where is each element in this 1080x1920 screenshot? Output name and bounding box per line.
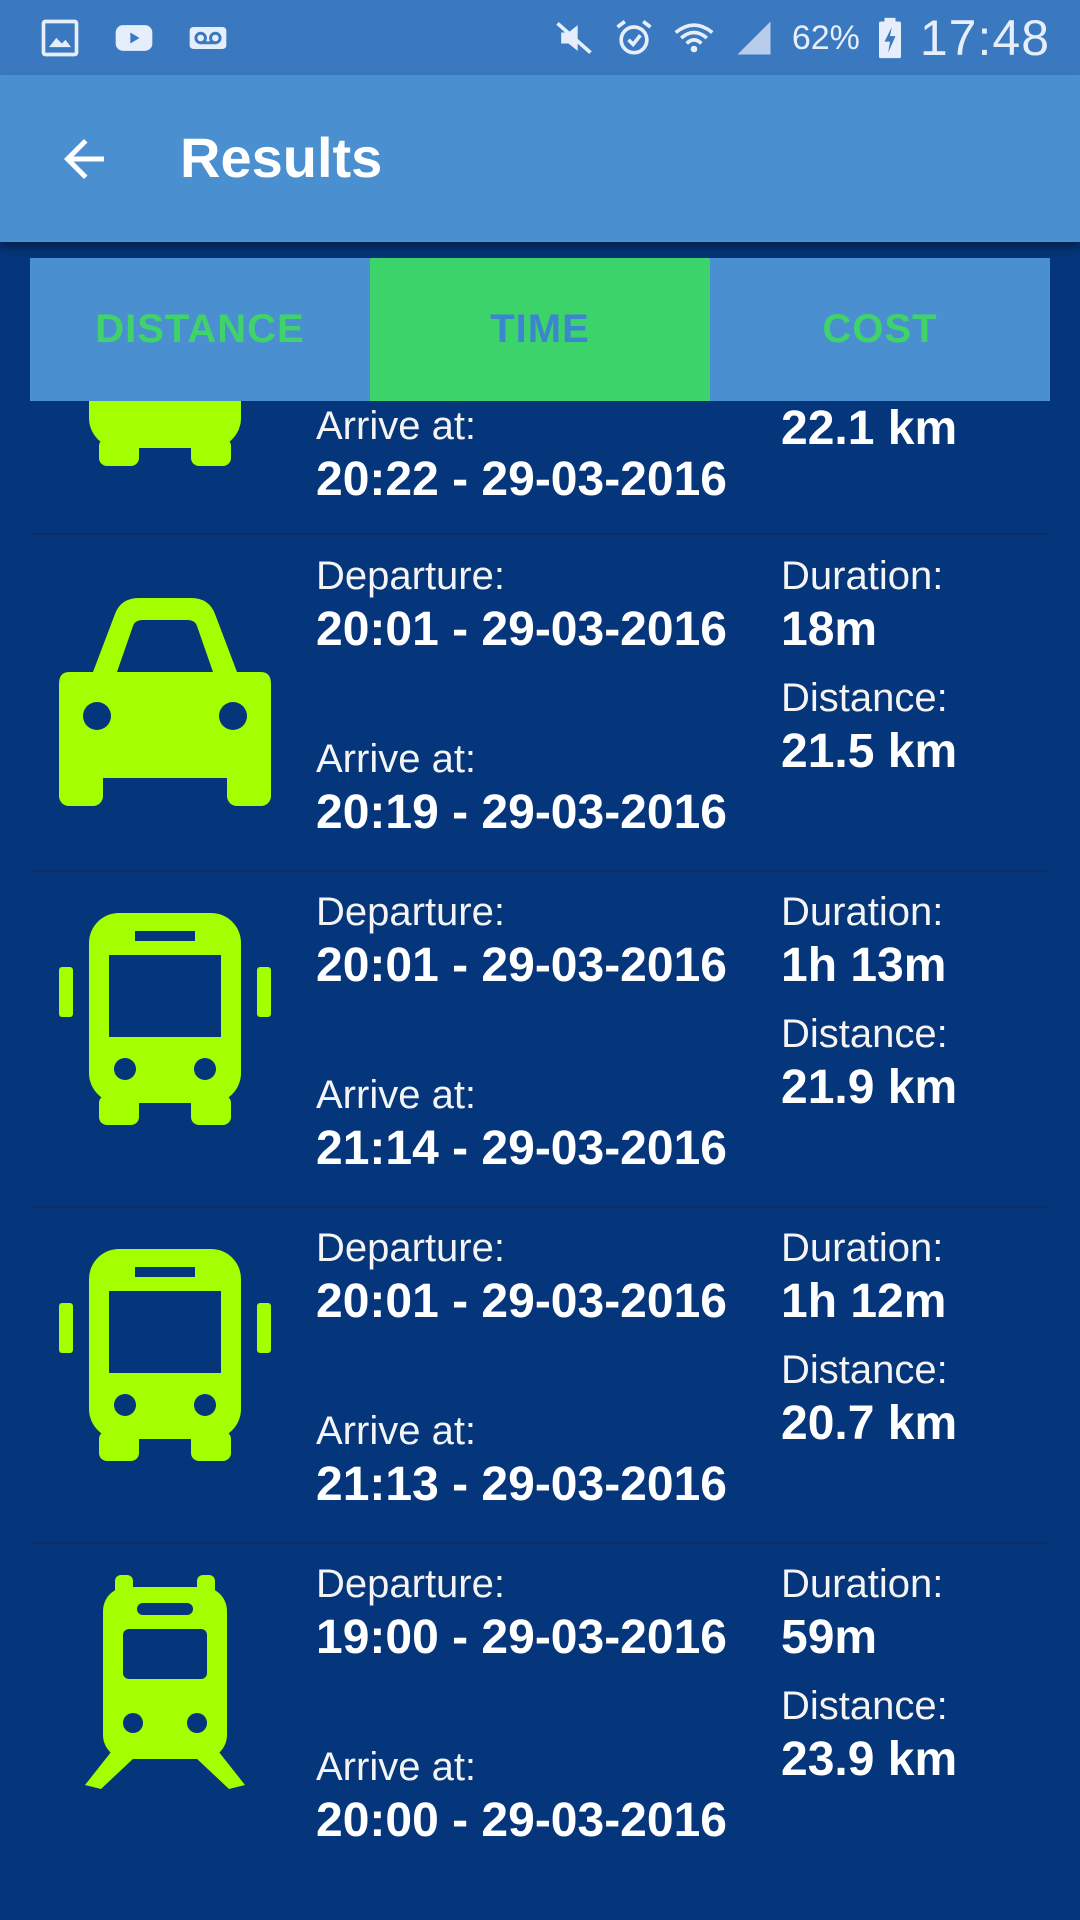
train-icon	[45, 1571, 285, 1791]
arrive-label: Arrive at:	[316, 404, 477, 448]
arrive-label: Arrive at:	[316, 737, 477, 781]
voicemail-icon	[186, 16, 230, 60]
tab-distance[interactable]: DISTANCE	[30, 258, 370, 401]
duration-label: Duration:	[781, 890, 944, 934]
arrive-value: 20:22 - 29-03-2016	[316, 453, 727, 506]
arrive-value: 20:00 - 29-03-2016	[316, 1794, 727, 1847]
page-title: Results	[180, 126, 383, 189]
duration-label: Duration:	[781, 554, 944, 598]
distance-label: Distance:	[781, 1684, 948, 1728]
distance-value: 21.5 km	[781, 725, 958, 778]
arrive-label: Arrive at:	[316, 1745, 477, 1789]
clock: 17:48	[919, 10, 1050, 66]
departure-value: 20:01 - 29-03-2016	[316, 939, 727, 992]
tab-cost[interactable]: COST	[710, 258, 1050, 401]
duration-value: 59m	[781, 1611, 878, 1664]
result-row[interactable]: Departure: 20:01 - 29-03-2016 Arrive at:…	[30, 535, 1050, 872]
duration-value: 1h 12m	[781, 1275, 947, 1328]
departure-value: 20:01 - 29-03-2016	[316, 1275, 727, 1328]
duration-label: Duration:	[781, 1562, 944, 1606]
duration-label: Duration:	[781, 1226, 944, 1270]
distance-value: 22.1 km	[781, 402, 958, 455]
bus-icon	[45, 1245, 285, 1465]
arrive-label: Arrive at:	[316, 1073, 477, 1117]
gallery-icon	[38, 16, 82, 60]
results-list[interactable]: Arrive at: 20:22 - 29-03-2016 22.1 km De…	[30, 401, 1050, 1920]
mute-icon	[552, 16, 596, 60]
sort-tabs: DISTANCE TIME COST	[30, 258, 1050, 401]
departure-label: Departure:	[316, 1562, 505, 1606]
distance-value: 23.9 km	[781, 1733, 958, 1786]
result-row[interactable]: Departure: 20:01 - 29-03-2016 Arrive at:…	[30, 1207, 1050, 1544]
duration-value: 1h 13m	[781, 939, 947, 992]
departure-label: Departure:	[316, 554, 505, 598]
departure-value: 20:01 - 29-03-2016	[316, 603, 727, 656]
bus-icon	[45, 909, 285, 1129]
distance-label: Distance:	[781, 676, 948, 720]
distance-label: Distance:	[781, 1348, 948, 1392]
arrive-value: 20:19 - 29-03-2016	[316, 786, 727, 839]
departure-label: Departure:	[316, 1226, 505, 1270]
arrow-left-icon	[64, 139, 104, 179]
status-bar: 62% 17:48	[0, 0, 1080, 75]
alarm-icon	[612, 16, 656, 60]
result-row[interactable]: Arrive at: 20:22 - 29-03-2016 22.1 km	[30, 401, 1050, 535]
departure-value: 19:00 - 29-03-2016	[316, 1611, 727, 1664]
signal-icon	[732, 16, 776, 60]
youtube-icon	[112, 16, 156, 60]
battery-percentage: 62%	[791, 18, 860, 57]
result-row[interactable]: Departure: 19:00 - 29-03-2016 Arrive at:…	[30, 1543, 1050, 1878]
battery-charging-icon	[876, 16, 904, 60]
distance-value: 20.7 km	[781, 1397, 958, 1450]
departure-label: Departure:	[316, 890, 505, 934]
result-row[interactable]: Departure: 20:01 - 29-03-2016 Arrive at:…	[30, 871, 1050, 1208]
bus-icon	[45, 401, 285, 468]
app-bar: Results	[0, 75, 1080, 242]
duration-value: 18m	[781, 603, 878, 656]
distance-value: 21.9 km	[781, 1061, 958, 1114]
wifi-icon	[672, 16, 716, 60]
distance-label: Distance:	[781, 1012, 948, 1056]
back-button[interactable]	[48, 123, 120, 195]
arrive-value: 21:14 - 29-03-2016	[316, 1122, 727, 1175]
arrive-value: 21:13 - 29-03-2016	[316, 1458, 727, 1511]
arrive-label: Arrive at:	[316, 1409, 477, 1453]
car-icon	[45, 590, 285, 810]
tab-time[interactable]: TIME	[370, 258, 710, 401]
